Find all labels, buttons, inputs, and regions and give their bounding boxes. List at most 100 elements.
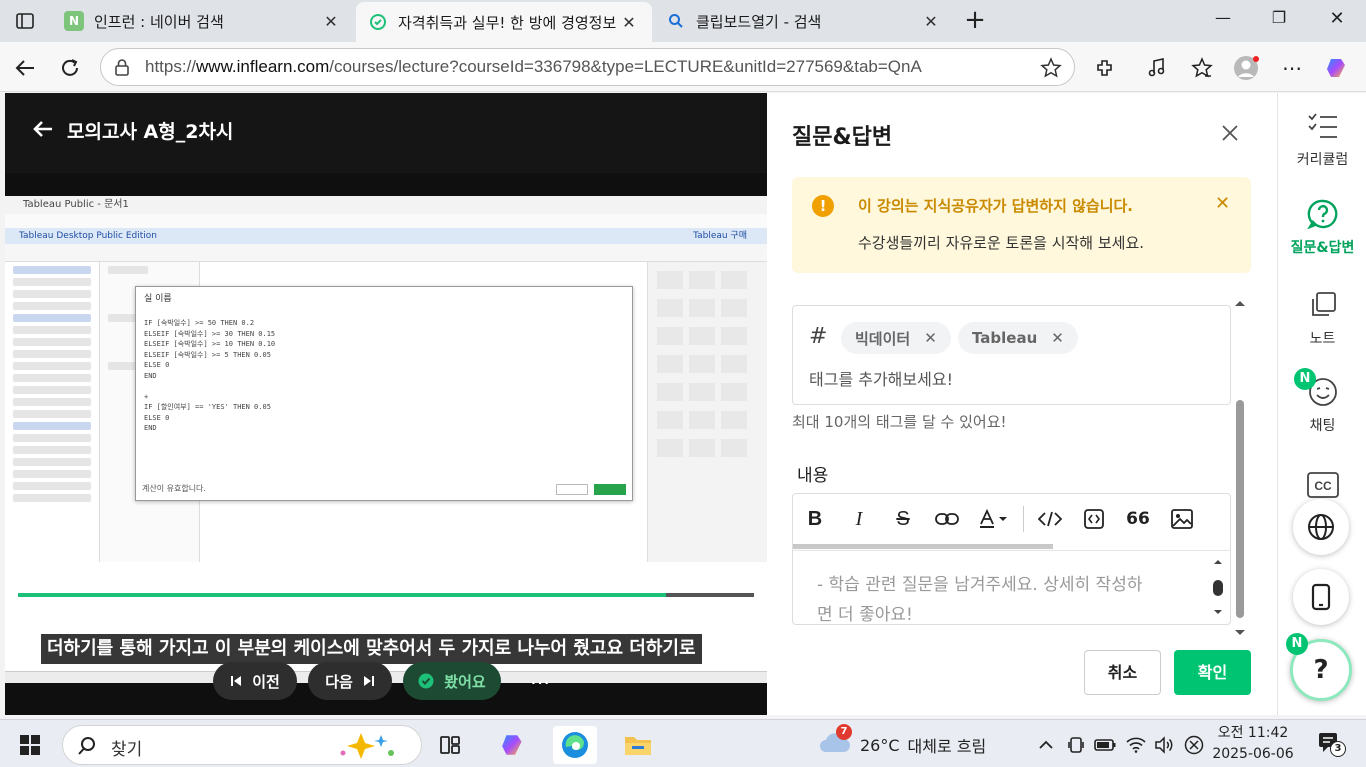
close-tab-icon[interactable]: ✕ <box>920 12 942 31</box>
screenshot-camera-icon[interactable] <box>517 610 543 636</box>
svg-text:CC: CC <box>1314 479 1332 493</box>
next-lecture-button[interactable]: 다음 <box>308 662 392 700</box>
more-options-icon[interactable]: ⋯ <box>527 669 553 695</box>
text-color-icon[interactable] <box>969 497 1019 541</box>
fullscreen-icon[interactable] <box>717 610 743 636</box>
tab-clipboard-search[interactable]: 클립보드열기 - 검색 ✕ <box>654 0 954 42</box>
lock-icon[interactable] <box>111 58 133 76</box>
subtitles-icon[interactable] <box>616 610 642 636</box>
tab-actions-icon[interactable] <box>8 6 42 36</box>
bold-icon[interactable]: B <box>793 497 837 541</box>
prev-lecture-button[interactable]: 이전 <box>213 662 297 700</box>
notice-body: 수강생들끼리 자유로운 토론을 시작해 보세요. <box>858 234 1145 252</box>
play-icon[interactable] <box>29 610 55 636</box>
tab-inflearn-lecture[interactable]: 자격취득과 실무! 한 방에 경영정보 ✕ <box>356 2 652 42</box>
close-tab-icon[interactable]: ✕ <box>320 12 342 31</box>
italic-icon[interactable]: I <box>837 497 881 541</box>
language-button[interactable] <box>1293 499 1349 555</box>
tab-title: 자격취득과 실무! 한 방에 경영정보 <box>398 13 617 32</box>
check-circle-icon <box>418 673 434 689</box>
weather-widget[interactable]: 7 26°C 대체로 흐림 <box>818 724 986 760</box>
toolbar-divider <box>1023 506 1024 532</box>
taskbar-search[interactable]: 찾기 <box>62 725 422 765</box>
copilot-app-icon[interactable] <box>492 726 536 764</box>
cancel-button[interactable]: 취소 <box>1084 650 1161 695</box>
battery-icon[interactable] <box>1093 733 1117 757</box>
quote-icon[interactable]: 66 <box>1116 497 1160 541</box>
editor-horizontal-scrollbar[interactable] <box>793 544 1053 549</box>
mobile-button[interactable] <box>1293 569 1349 625</box>
video-player[interactable]: 모의고사 A형_2차시 Tableau Public - 문서1 Tableau… <box>5 93 767 715</box>
media-icon[interactable] <box>1143 54 1171 82</box>
dialog-title: 실 이름 <box>144 294 172 304</box>
image-icon[interactable] <box>1160 497 1204 541</box>
editor-placeholder[interactable]: - 학습 관련 질문을 남겨주세요. 상세히 작성하면 더 좋아요! <box>817 570 1147 624</box>
clock-time: 오전 11:42 <box>1217 725 1289 741</box>
speaker-icon[interactable] <box>1153 733 1177 757</box>
tableau-data-pane <box>5 262 100 562</box>
collections-icon[interactable] <box>1188 54 1216 82</box>
close-panel-icon[interactable] <box>1220 123 1240 143</box>
system-clock[interactable]: 오전 11:42 2025-06-06 <box>1210 723 1296 765</box>
watched-label: 봤어요 <box>444 672 486 691</box>
strikethrough-icon[interactable]: S <box>881 497 925 541</box>
edge-browser-icon[interactable] <box>553 726 597 764</box>
video-frame[interactable]: Tableau Public - 문서1 Tableau Desktop Pub… <box>5 196 767 683</box>
notification-icon[interactable]: 3 <box>1314 731 1346 757</box>
video-subtitle: 더하기를 통해 가지고 이 부분의 케이스에 맞추어서 두 가지로 나누어 줬고… <box>41 634 702 664</box>
progress-bar[interactable] <box>18 593 754 597</box>
question-mark-icon: ? <box>1313 655 1329 685</box>
code-block-icon[interactable] <box>1072 497 1116 541</box>
refresh-icon[interactable] <box>55 53 85 83</box>
maximize-icon[interactable]: ❐ <box>1264 8 1294 34</box>
question-editor[interactable]: B I S 66 - 학습 관련 질문을 남겨주세요. 상세히 작성하면 더 좋… <box>792 493 1231 625</box>
address-bar[interactable]: https://www.inflearn.com/courses/lecture… <box>100 48 1075 86</box>
code-line: IF [숙박일수] >= 50 THEN 0.2 <box>144 319 255 327</box>
tab-naver-search[interactable]: N 인프런 : 네이버 검색 ✕ <box>52 0 354 42</box>
chevron-up-icon[interactable] <box>1034 733 1058 757</box>
new-tab-button[interactable]: + <box>960 6 990 36</box>
close-notice-icon[interactable]: ✕ <box>1215 193 1230 214</box>
task-view-icon[interactable] <box>428 726 472 764</box>
profile-avatar-icon[interactable] <box>1232 54 1260 82</box>
wifi-icon[interactable] <box>1124 733 1148 757</box>
device-icon[interactable] <box>1064 733 1088 757</box>
rail-chat[interactable]: 채팅 <box>1278 375 1366 435</box>
tag-placeholder[interactable]: 태그를 추가해보세요! <box>809 366 953 390</box>
code-icon[interactable] <box>1028 497 1072 541</box>
rail-qna[interactable]: 질문&답변 <box>1278 197 1366 257</box>
mobile-phone-icon <box>1311 583 1331 611</box>
browser-toolbar: https://www.inflearn.com/courses/lecture… <box>0 42 1366 92</box>
back-icon[interactable] <box>10 53 40 83</box>
dialog-status: 계산이 유효합니다. <box>142 484 206 493</box>
panel-scrollbar[interactable] <box>1233 300 1247 640</box>
back-arrow-icon[interactable] <box>31 117 55 141</box>
sparkle-icon <box>340 733 394 759</box>
more-menu-icon[interactable]: ⋯ <box>1278 54 1306 82</box>
file-explorer-icon[interactable] <box>616 726 660 764</box>
rail-curriculum[interactable]: 커리큘럼 <box>1278 109 1366 169</box>
watched-button[interactable]: 봤어요 <box>403 662 501 700</box>
close-window-icon[interactable]: ✕ <box>1322 8 1352 34</box>
mute-mic-icon[interactable] <box>1182 733 1206 757</box>
settings-gear-icon[interactable] <box>667 610 693 636</box>
code-line: ELSEIF [숙박일수] >= 10 THEN 0.10 <box>144 340 276 348</box>
copilot-icon[interactable] <box>1324 54 1352 82</box>
volume-icon[interactable] <box>79 610 105 636</box>
content-label: 내용 <box>797 466 829 486</box>
playback-speed-icon[interactable] <box>567 610 593 636</box>
close-tab-icon[interactable]: ✕ <box>618 13 640 32</box>
tag-input-box[interactable]: # 빅데이터 ✕ Tableau ✕ 태그를 추가해보세요! <box>792 305 1231 405</box>
link-icon[interactable] <box>925 497 969 541</box>
windows-start-icon[interactable] <box>8 726 52 764</box>
rail-note[interactable]: 노트 <box>1278 288 1366 348</box>
favorite-star-icon[interactable] <box>1040 57 1062 83</box>
minimize-icon[interactable]: — <box>1208 8 1238 34</box>
confirm-button[interactable]: 확인 <box>1174 650 1251 695</box>
remove-tag-icon[interactable]: ✕ <box>924 329 937 347</box>
extensions-icon[interactable] <box>1091 54 1119 82</box>
editor-vertical-scrollbar[interactable] <box>1212 558 1224 618</box>
qna-panel: 질문&답변 ! 이 강의는 지식공유자가 답변하지 않습니다. 수강생들끼리 자… <box>767 93 1277 715</box>
remove-tag-icon[interactable]: ✕ <box>1051 329 1064 347</box>
tag-chip: Tableau ✕ <box>958 322 1078 354</box>
